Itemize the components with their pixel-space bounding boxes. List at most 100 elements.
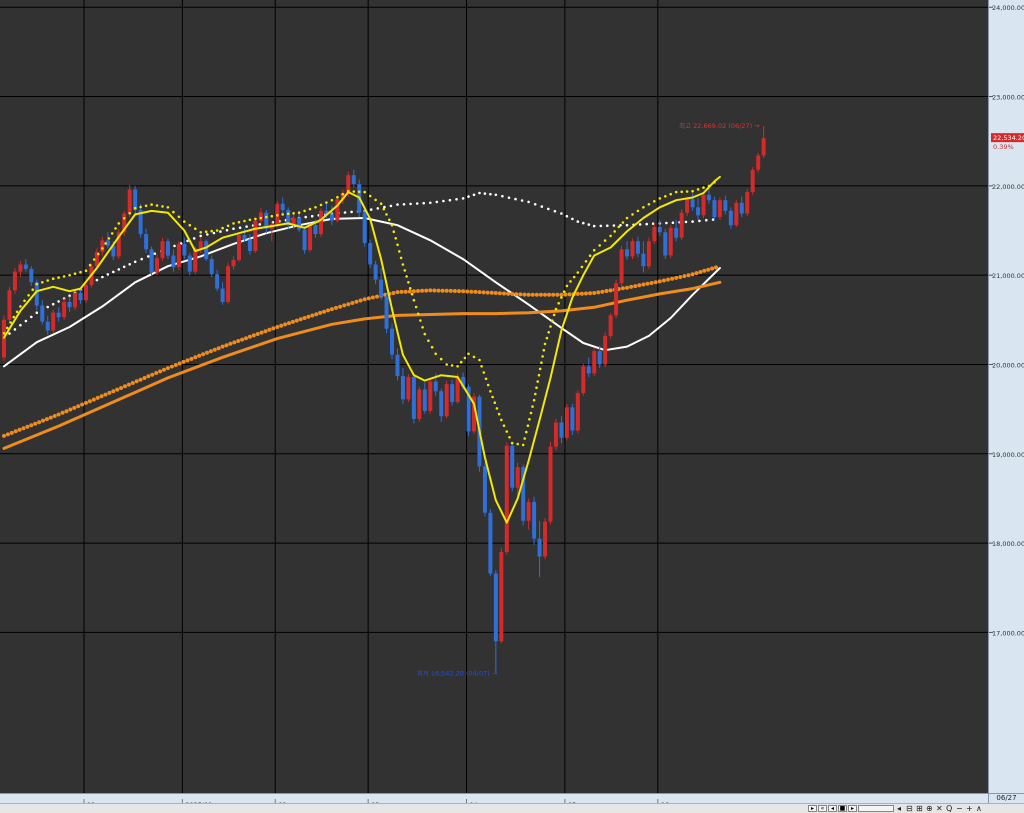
indicator-dot (523, 437, 526, 440)
candle (395, 348, 400, 381)
indicator-dot (415, 202, 419, 205)
indicator-dot (538, 292, 543, 297)
zoom-in-icon[interactable]: + (966, 804, 973, 813)
indicator-dot (694, 271, 699, 276)
candle (663, 228, 668, 260)
candle-body (29, 268, 34, 283)
indicator-dot (279, 323, 284, 328)
indicator-dot (421, 326, 424, 329)
indicator-dot (382, 207, 386, 211)
candle (564, 403, 569, 441)
indicator-dot (540, 205, 544, 208)
toolbar-icon-3[interactable]: ⊞ (916, 804, 923, 813)
indicator-dot (547, 207, 550, 211)
plot-area[interactable]: 최고 22,669.02 (06/27) → 최저 16,542.20 (04/0… (0, 0, 988, 793)
indicator-dot (12, 315, 16, 319)
toolbar-icon-4[interactable]: ⊕ (926, 804, 933, 813)
price-chart[interactable]: 최고 22,669.02 (06/27) → 최저 16,542.20 (04/0… (0, 0, 988, 793)
candle-body (242, 234, 247, 240)
indicator-dot (46, 305, 49, 309)
y-axis[interactable]: 17,000.00 18,000.00 19,000.00 20,000.00 21,0… (988, 0, 1024, 793)
candle (444, 380, 449, 419)
indicator-dot (698, 270, 703, 274)
candle (422, 382, 427, 414)
candle (548, 442, 553, 525)
indicator-dot (621, 221, 625, 224)
candle (7, 286, 12, 323)
indicator-dot (303, 209, 306, 213)
candle (482, 462, 487, 517)
candle (160, 237, 165, 261)
indicator-dot (46, 279, 49, 282)
y-tick-label: 18,000.00 (992, 540, 1024, 548)
indicator-dot (469, 289, 474, 294)
candle-body (499, 552, 504, 642)
candle (18, 260, 23, 277)
candle (701, 192, 706, 219)
indicator-dot (117, 268, 121, 271)
indicator-dot (664, 195, 667, 198)
x-axis[interactable]: 122025/010203040506 (0, 793, 988, 809)
candle-body (308, 225, 313, 251)
indicator-dot (95, 278, 99, 282)
scroll-right-button[interactable]: ▸ (808, 805, 817, 812)
toolbar-icon-2[interactable]: ⊟ (906, 804, 913, 813)
candle (335, 196, 340, 223)
indicator-dot (2, 433, 6, 438)
indicator-dot (2, 331, 6, 335)
candle-body (384, 296, 389, 329)
indicator-dot (169, 364, 174, 369)
indicator-dot (405, 275, 408, 278)
indicator-dot (142, 376, 147, 380)
toolbar-icon-1[interactable]: ◂ (897, 804, 901, 813)
indicator-dot (540, 361, 543, 365)
prev-button[interactable]: ◂ (828, 805, 837, 812)
indicator-dot (559, 292, 564, 297)
indicator-dot (461, 197, 465, 200)
indicator-dot (625, 223, 629, 227)
indicator-dot (450, 364, 454, 367)
candle-body (280, 203, 285, 210)
indicator-dot (434, 352, 438, 356)
candle (619, 245, 624, 286)
indicator-dot (41, 418, 45, 423)
candle-body (570, 407, 575, 431)
indicator-dot (362, 297, 367, 302)
indicator-dot (461, 289, 466, 294)
zoom-out-icon[interactable]: − (956, 804, 963, 813)
collapse-icon[interactable]: ∧ (976, 804, 982, 813)
candle-body (663, 232, 668, 256)
stop-button[interactable]: ■ (838, 805, 847, 812)
next-button[interactable]: ▸ (848, 805, 857, 812)
search-icon[interactable]: Q (946, 804, 952, 813)
indicator-dot (370, 295, 375, 300)
indicator-dot (271, 326, 276, 331)
indicator-dot (155, 204, 159, 207)
indicator-dot (117, 222, 121, 225)
candle (226, 262, 231, 304)
indicator-dot (64, 409, 69, 414)
candle-body (750, 169, 755, 193)
indicator-dot (144, 204, 148, 208)
indicator-dot (57, 300, 60, 303)
indicator-dot (91, 397, 96, 402)
indicator-dot (177, 215, 181, 219)
indicator-dot (671, 221, 675, 224)
candle-body (510, 445, 515, 488)
candle (553, 418, 558, 451)
indicator-dot (87, 399, 92, 404)
indicator-dot (455, 198, 458, 201)
indicator-dot (343, 211, 347, 214)
candle-body (439, 391, 444, 417)
first-page-button[interactable]: « (818, 805, 827, 812)
close-icon[interactable]: ✕ (936, 804, 943, 813)
indicator-dot (334, 305, 338, 310)
indicator-dot (480, 365, 483, 368)
indicator-dot (329, 307, 334, 312)
indicator-dot (240, 337, 245, 342)
indicator-dot (599, 224, 603, 228)
candle-body (411, 376, 416, 419)
scroll-slider[interactable] (858, 805, 894, 812)
candle (379, 268, 384, 301)
indicator-dot (493, 291, 498, 295)
